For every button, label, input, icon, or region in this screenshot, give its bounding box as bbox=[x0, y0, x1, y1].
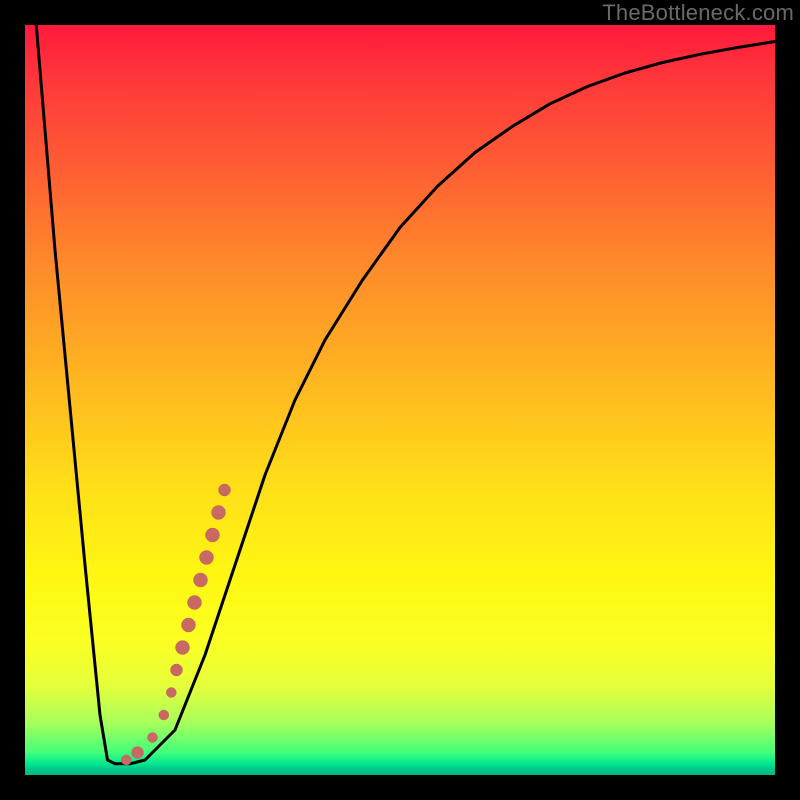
data-marker bbox=[182, 618, 196, 632]
plot-area bbox=[25, 25, 775, 775]
data-marker bbox=[212, 506, 226, 520]
watermark-text: TheBottleneck.com bbox=[602, 0, 794, 26]
bottleneck-curve bbox=[25, 25, 775, 764]
data-marker bbox=[166, 688, 176, 698]
chart-svg bbox=[25, 25, 775, 775]
data-marker bbox=[159, 710, 169, 720]
data-marker bbox=[148, 733, 158, 743]
data-marker bbox=[206, 528, 220, 542]
data-marker bbox=[171, 664, 183, 676]
data-marker bbox=[188, 596, 202, 610]
data-marker bbox=[176, 641, 190, 655]
data-marker bbox=[200, 551, 214, 565]
data-marker bbox=[219, 484, 231, 496]
data-marker bbox=[132, 747, 144, 759]
chart-frame: TheBottleneck.com bbox=[0, 0, 800, 800]
data-marker bbox=[194, 573, 208, 587]
data-marker bbox=[121, 755, 131, 765]
